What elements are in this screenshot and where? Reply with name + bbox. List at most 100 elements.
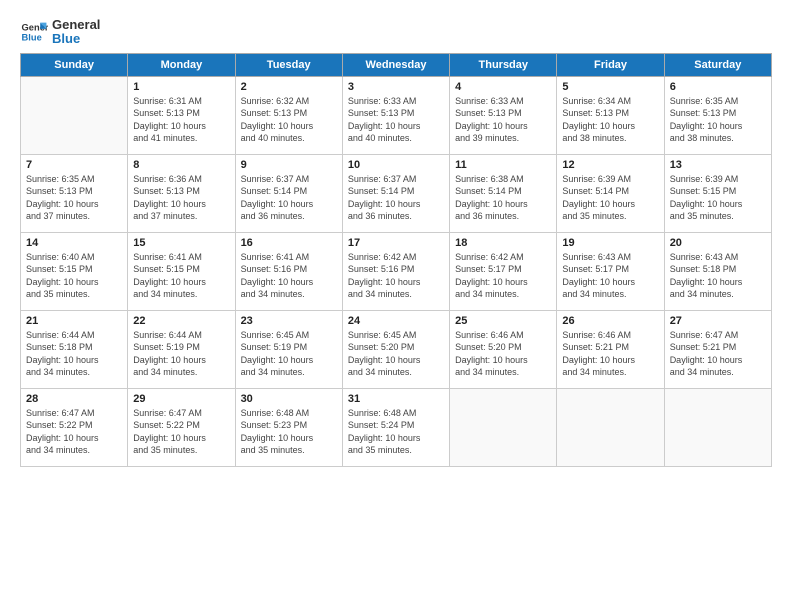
calendar-cell: 16 Sunrise: 6:41 AM Sunset: 5:16 PM Dayli… [235,232,342,310]
day-info: Sunrise: 6:42 AM Sunset: 5:16 PM Dayligh… [348,251,444,301]
week-row-4: 21 Sunrise: 6:44 AM Sunset: 5:18 PM Dayli… [21,310,772,388]
day-info: Sunrise: 6:48 AM Sunset: 5:23 PM Dayligh… [241,407,337,457]
logo-icon: General Blue [20,18,48,46]
day-info: Sunrise: 6:48 AM Sunset: 5:24 PM Dayligh… [348,407,444,457]
day-info: Sunrise: 6:43 AM Sunset: 5:17 PM Dayligh… [562,251,658,301]
day-number: 3 [348,81,444,93]
weekday-header-thursday: Thursday [450,53,557,76]
calendar-cell: 29 Sunrise: 6:47 AM Sunset: 5:22 PM Dayli… [128,388,235,466]
day-number: 27 [670,315,766,327]
day-info: Sunrise: 6:34 AM Sunset: 5:13 PM Dayligh… [562,95,658,145]
weekday-header-wednesday: Wednesday [342,53,449,76]
day-info: Sunrise: 6:37 AM Sunset: 5:14 PM Dayligh… [241,173,337,223]
week-row-1: 1 Sunrise: 6:31 AM Sunset: 5:13 PM Daylig… [21,76,772,154]
day-info: Sunrise: 6:46 AM Sunset: 5:20 PM Dayligh… [455,329,551,379]
calendar-cell: 22 Sunrise: 6:44 AM Sunset: 5:19 PM Dayli… [128,310,235,388]
week-row-5: 28Sunrise: 6:47 AM Sunset: 5:22 PM Dayli… [21,388,772,466]
weekday-header-row: SundayMondayTuesdayWednesdayThursdayFrid… [21,53,772,76]
day-info: Sunrise: 6:36 AM Sunset: 5:13 PM Dayligh… [133,173,229,223]
day-number: 5 [562,81,658,93]
day-number: 26 [562,315,658,327]
day-info: Sunrise: 6:35 AM Sunset: 5:13 PM Dayligh… [670,95,766,145]
day-number: 21 [26,315,122,327]
calendar-cell: 25 Sunrise: 6:46 AM Sunset: 5:20 PM Dayli… [450,310,557,388]
day-number: 8 [133,159,229,171]
day-info: Sunrise: 6:47 AM Sunset: 5:21 PM Dayligh… [670,329,766,379]
calendar-cell: 26 Sunrise: 6:46 AM Sunset: 5:21 PM Dayli… [557,310,664,388]
calendar-cell: 23 Sunrise: 6:45 AM Sunset: 5:19 PM Dayli… [235,310,342,388]
day-number: 31 [348,393,444,405]
day-number: 1 [133,81,229,93]
calendar-cell: 20 Sunrise: 6:43 AM Sunset: 5:18 PM Dayli… [664,232,771,310]
calendar-cell: 11Sunrise: 6:38 AM Sunset: 5:14 PM Dayli… [450,154,557,232]
calendar-cell: 6 Sunrise: 6:35 AM Sunset: 5:13 PM Daylig… [664,76,771,154]
week-row-2: 7 Sunrise: 6:35 AM Sunset: 5:13 PM Daylig… [21,154,772,232]
calendar-cell: 4 Sunrise: 6:33 AM Sunset: 5:13 PM Daylig… [450,76,557,154]
day-number: 15 [133,237,229,249]
day-info: Sunrise: 6:44 AM Sunset: 5:18 PM Dayligh… [26,329,122,379]
day-info: Sunrise: 6:38 AM Sunset: 5:14 PM Dayligh… [455,173,551,223]
day-info: Sunrise: 6:39 AM Sunset: 5:14 PM Dayligh… [562,173,658,223]
day-info: Sunrise: 6:37 AM Sunset: 5:14 PM Dayligh… [348,173,444,223]
calendar-cell [450,388,557,466]
calendar-cell [557,388,664,466]
day-info: Sunrise: 6:46 AM Sunset: 5:21 PM Dayligh… [562,329,658,379]
calendar-cell: 8 Sunrise: 6:36 AM Sunset: 5:13 PM Daylig… [128,154,235,232]
calendar-cell: 1 Sunrise: 6:31 AM Sunset: 5:13 PM Daylig… [128,76,235,154]
day-info: Sunrise: 6:41 AM Sunset: 5:16 PM Dayligh… [241,251,337,301]
day-number: 16 [241,237,337,249]
page-header: General Blue General Blue [20,18,772,47]
calendar-cell: 3 Sunrise: 6:33 AM Sunset: 5:13 PM Daylig… [342,76,449,154]
calendar-cell: 18Sunrise: 6:42 AM Sunset: 5:17 PM Dayli… [450,232,557,310]
calendar-cell: 7 Sunrise: 6:35 AM Sunset: 5:13 PM Daylig… [21,154,128,232]
day-number: 25 [455,315,551,327]
day-number: 14 [26,237,122,249]
day-info: Sunrise: 6:47 AM Sunset: 5:22 PM Dayligh… [133,407,229,457]
weekday-header-sunday: Sunday [21,53,128,76]
day-number: 20 [670,237,766,249]
calendar-cell: 9 Sunrise: 6:37 AM Sunset: 5:14 PM Daylig… [235,154,342,232]
day-number: 19 [562,237,658,249]
calendar-cell: 27 Sunrise: 6:47 AM Sunset: 5:21 PM Dayli… [664,310,771,388]
day-number: 6 [670,81,766,93]
calendar-cell: 21 Sunrise: 6:44 AM Sunset: 5:18 PM Dayli… [21,310,128,388]
day-info: Sunrise: 6:43 AM Sunset: 5:18 PM Dayligh… [670,251,766,301]
weekday-header-monday: Monday [128,53,235,76]
calendar-cell: 28Sunrise: 6:47 AM Sunset: 5:22 PM Dayli… [21,388,128,466]
day-number: 2 [241,81,337,93]
day-number: 30 [241,393,337,405]
day-info: Sunrise: 6:47 AM Sunset: 5:22 PM Dayligh… [26,407,122,457]
day-number: 24 [348,315,444,327]
day-info: Sunrise: 6:44 AM Sunset: 5:19 PM Dayligh… [133,329,229,379]
calendar-cell: 30 Sunrise: 6:48 AM Sunset: 5:23 PM Dayli… [235,388,342,466]
day-number: 29 [133,393,229,405]
weekday-header-tuesday: Tuesday [235,53,342,76]
svg-text:Blue: Blue [22,33,42,43]
day-number: 12 [562,159,658,171]
day-info: Sunrise: 6:42 AM Sunset: 5:17 PM Dayligh… [455,251,551,301]
calendar-cell: 10 Sunrise: 6:37 AM Sunset: 5:14 PM Dayli… [342,154,449,232]
calendar-cell: 17Sunrise: 6:42 AM Sunset: 5:16 PM Dayli… [342,232,449,310]
day-info: Sunrise: 6:31 AM Sunset: 5:13 PM Dayligh… [133,95,229,145]
day-info: Sunrise: 6:35 AM Sunset: 5:13 PM Dayligh… [26,173,122,223]
day-info: Sunrise: 6:33 AM Sunset: 5:13 PM Dayligh… [455,95,551,145]
day-info: Sunrise: 6:33 AM Sunset: 5:13 PM Dayligh… [348,95,444,145]
day-info: Sunrise: 6:45 AM Sunset: 5:19 PM Dayligh… [241,329,337,379]
calendar-cell: 15Sunrise: 6:41 AM Sunset: 5:15 PM Dayli… [128,232,235,310]
day-number: 10 [348,159,444,171]
day-number: 22 [133,315,229,327]
day-number: 4 [455,81,551,93]
day-number: 7 [26,159,122,171]
weekday-header-saturday: Saturday [664,53,771,76]
calendar-cell: 19 Sunrise: 6:43 AM Sunset: 5:17 PM Dayli… [557,232,664,310]
calendar-cell [21,76,128,154]
calendar-cell: 2Sunrise: 6:32 AM Sunset: 5:13 PM Daylig… [235,76,342,154]
day-info: Sunrise: 6:45 AM Sunset: 5:20 PM Dayligh… [348,329,444,379]
logo: General Blue General Blue [20,18,100,47]
weekday-header-friday: Friday [557,53,664,76]
day-number: 23 [241,315,337,327]
calendar-cell [664,388,771,466]
calendar-cell: 13Sunrise: 6:39 AM Sunset: 5:15 PM Dayli… [664,154,771,232]
day-number: 9 [241,159,337,171]
day-info: Sunrise: 6:39 AM Sunset: 5:15 PM Dayligh… [670,173,766,223]
